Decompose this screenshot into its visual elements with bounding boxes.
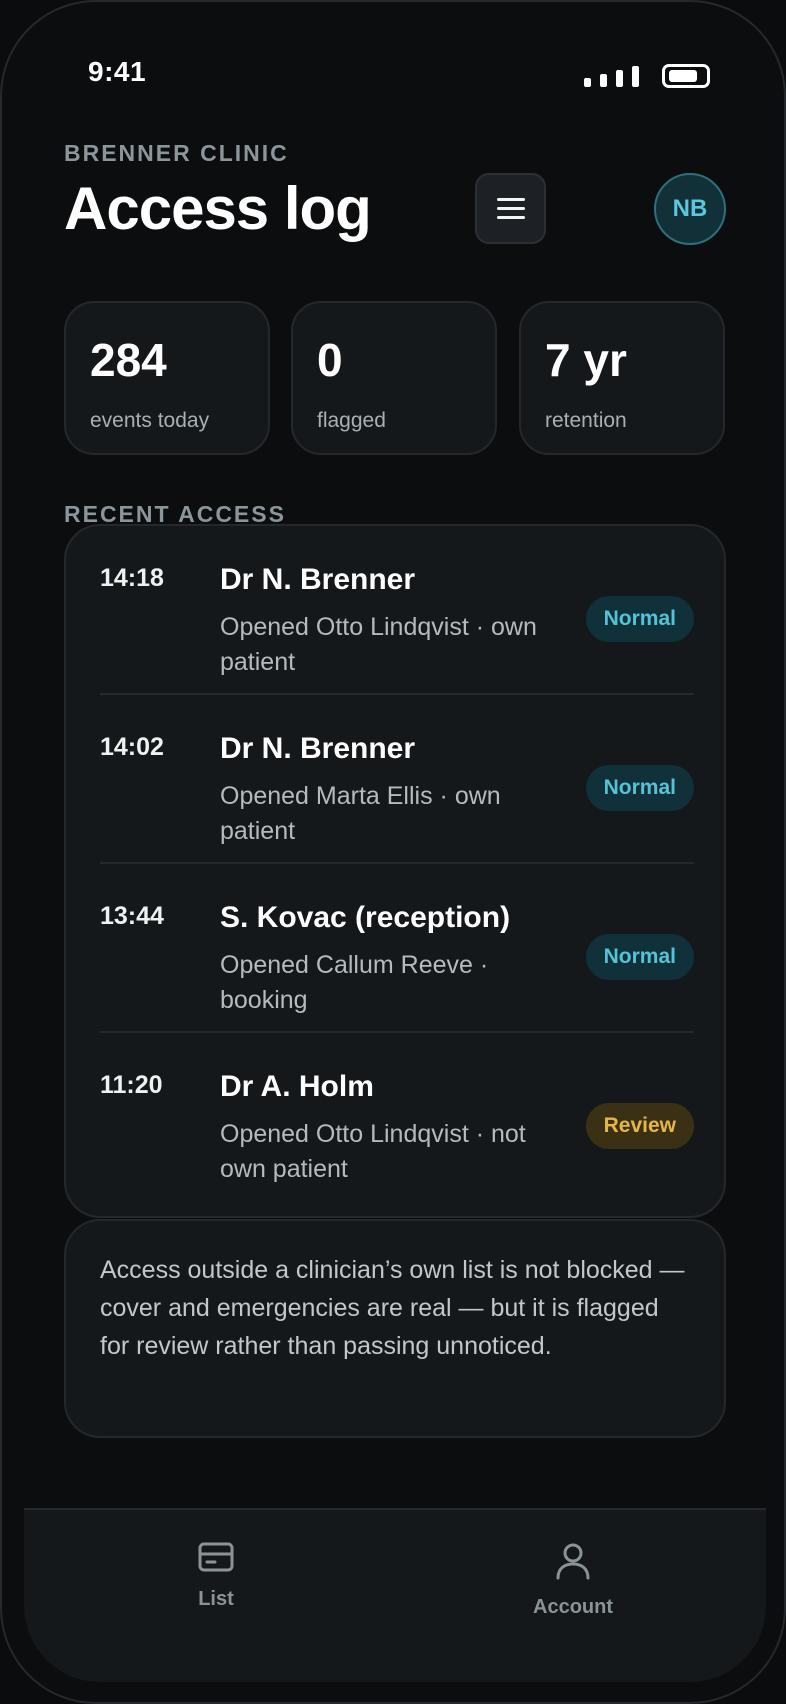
list-item[interactable]: 14:18 Dr N. Brenner Opened Otto Lindqvis… <box>100 526 694 695</box>
card-icon <box>198 1542 234 1572</box>
phone-frame: 9:41 BRENNER CLINIC Access log NB 284 ev… <box>0 0 786 1704</box>
status-badge: Normal <box>585 934 694 980</box>
status-badge: Normal <box>585 765 694 811</box>
list-item[interactable]: 11:20 Dr A. Holm Opened Otto Lindqvist ·… <box>100 1033 694 1202</box>
entry-user: Dr N. Brenner <box>220 563 416 596</box>
status-badge: Normal <box>585 596 694 642</box>
entry-description: Opened Marta Ellis · own patient <box>220 782 501 845</box>
entry-time: 11:20 <box>100 1071 163 1099</box>
tab-label: Account <box>533 1596 613 1618</box>
status-badge: Review <box>585 1103 694 1149</box>
entry-user: Dr N. Brenner <box>220 732 416 765</box>
entry-user: S. Kovac (reception) <box>220 901 511 934</box>
signal-icon <box>584 66 639 87</box>
info-note: Access outside a clinician’s own list is… <box>64 1219 726 1438</box>
entry-description: Opened Callum Reeve · booking <box>220 951 489 1014</box>
stat-label: events today <box>90 409 210 432</box>
entry-time: 14:18 <box>100 564 164 592</box>
entry-user: Dr A. Holm <box>220 1070 374 1103</box>
stat-value: 7 yr <box>545 334 627 386</box>
access-list: 14:18 Dr N. Brenner Opened Otto Lindqvis… <box>64 524 726 1218</box>
stat-flagged: 0 flagged <box>291 301 497 455</box>
hamburger-icon <box>496 198 525 201</box>
stat-value: 284 <box>90 334 167 386</box>
entry-time: 14:02 <box>100 733 164 761</box>
stat-retention: 7 yr retention <box>519 301 725 455</box>
tab-list[interactable]: List <box>136 1542 296 1611</box>
stat-value: 0 <box>317 334 343 386</box>
clinic-name: BRENNER CLINIC <box>64 140 289 166</box>
list-item[interactable]: 13:44 S. Kovac (reception) Opened Callum… <box>100 864 694 1033</box>
tab-label: List <box>198 1588 234 1610</box>
person-icon <box>556 1543 590 1580</box>
stat-label: retention <box>545 409 627 432</box>
battery-icon <box>662 64 710 88</box>
list-item[interactable]: 14:02 Dr N. Brenner Opened Marta Ellis ·… <box>100 695 694 864</box>
page-title: Access log <box>64 175 372 242</box>
tab-bar: List Account <box>24 1508 766 1682</box>
avatar[interactable]: NB <box>654 173 726 245</box>
entry-time: 13:44 <box>100 902 164 930</box>
tab-account[interactable]: Account <box>493 1542 653 1619</box>
entry-description: Opened Otto Lindqvist · own patient <box>220 613 537 676</box>
menu-button[interactable] <box>475 173 546 244</box>
stat-events-today: 284 events today <box>64 301 270 455</box>
stat-label: flagged <box>317 409 386 432</box>
status-time: 9:41 <box>88 56 147 87</box>
entry-description: Opened Otto Lindqvist · not own patient <box>220 1120 526 1183</box>
